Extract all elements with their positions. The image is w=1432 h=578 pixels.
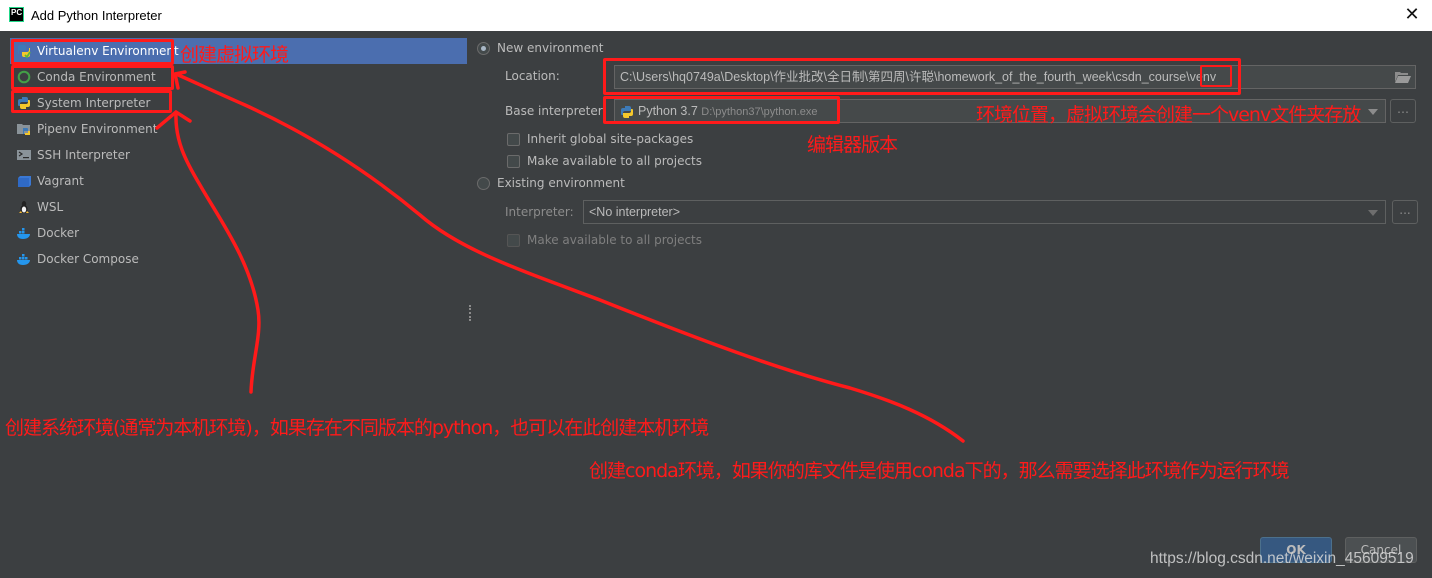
checkbox[interactable]: [507, 233, 520, 247]
location-input[interactable]: C:\Users\hq0749a\Desktop\作业批改\全日制\第四周\许聪…: [614, 65, 1416, 89]
base-interpreter-label: Base interpreter:: [505, 104, 607, 118]
checkbox[interactable]: [507, 132, 520, 146]
window-title: Add Python Interpreter: [31, 8, 162, 23]
watermark: https://blog.csdn.net/weixin_45609519: [1150, 550, 1414, 567]
new-environment-label: New environment: [497, 41, 604, 55]
sidebar-item-label: Conda Environment: [37, 70, 156, 84]
sidebar-item-conda[interactable]: Conda Environment: [10, 64, 467, 90]
sidebar-item-label: Vagrant: [37, 174, 84, 188]
interpreter-type-list: Virtualenv Environment Conda Environment…: [10, 38, 467, 538]
radio-button[interactable]: [477, 176, 490, 190]
location-value: C:\Users\hq0749a\Desktop\作业批改\全日制\第四周\许聪…: [620, 70, 1217, 84]
interpreter-label: Interpreter:: [505, 205, 574, 219]
python-icon: [621, 106, 633, 118]
sidebar-item-label: Virtualenv Environment: [37, 44, 179, 58]
existing-make-available-checkbox[interactable]: Make available to all projects: [507, 233, 702, 247]
sidebar-item-label: SSH Interpreter: [37, 148, 130, 162]
folder-icon[interactable]: [1395, 71, 1411, 83]
sidebar-item-system[interactable]: System Interpreter: [10, 90, 467, 116]
checkbox[interactable]: [507, 154, 520, 168]
sidebar-item-label: Docker Compose: [37, 252, 139, 266]
vagrant-icon: [18, 176, 31, 187]
sidebar-item-vagrant[interactable]: Vagrant: [10, 168, 467, 194]
sidebar-item-label: Docker: [37, 226, 80, 240]
pipenv-icon: [17, 124, 30, 135]
sidebar-item-label: Pipenv Environment: [37, 122, 158, 136]
annotation-location: 环境位置，虚拟环境会创建一个venv文件夹存放: [976, 104, 1361, 126]
annotation-system: 创建系统环境(通常为本机环境)，如果存在不同版本的python，也可以在此创建本…: [5, 417, 709, 439]
interpreter-select[interactable]: <No interpreter>: [583, 200, 1386, 224]
existing-environment-radio[interactable]: Existing environment: [477, 176, 625, 190]
annotation-virtualenv: 创建虚拟环境: [180, 44, 289, 66]
chevron-down-icon: [1368, 109, 1378, 115]
make-available-checkbox[interactable]: Make available to all projects: [507, 154, 702, 168]
sidebar-item-label: System Interpreter: [37, 96, 151, 110]
base-interpreter-version: Python 3.7: [638, 104, 698, 118]
existing-make-available-label: Make available to all projects: [527, 233, 703, 247]
docker-icon: [17, 228, 30, 239]
location-label: Location:: [505, 69, 560, 83]
title-bar: PC Add Python Interpreter ✕: [0, 0, 1432, 32]
close-icon[interactable]: ✕: [1402, 4, 1422, 26]
radio-button[interactable]: [477, 41, 490, 55]
pycharm-logo-icon: PC: [9, 7, 24, 22]
sidebar-item-docker-compose[interactable]: Docker Compose: [10, 246, 467, 272]
splitter-handle[interactable]: [469, 305, 473, 321]
sidebar-item-pipenv[interactable]: Pipenv Environment: [10, 116, 467, 142]
inherit-site-packages-checkbox[interactable]: Inherit global site-packages: [507, 132, 693, 146]
base-interpreter-path: D:\python37\python.exe: [701, 106, 818, 118]
docker-compose-icon: [17, 254, 30, 265]
python-icon: [18, 97, 30, 109]
virtualenv-icon: [17, 45, 31, 58]
existing-environment-label: Existing environment: [497, 176, 625, 190]
inherit-site-packages-label: Inherit global site-packages: [527, 132, 694, 146]
new-environment-radio[interactable]: New environment: [477, 41, 603, 55]
base-interpreter-browse-button[interactable]: …: [1390, 99, 1416, 123]
make-available-label: Make available to all projects: [527, 154, 703, 168]
conda-icon: [17, 70, 31, 84]
linux-icon: [19, 201, 29, 213]
sidebar-item-docker[interactable]: Docker: [10, 220, 467, 246]
annotation-base-interpreter: 编辑器版本: [807, 134, 898, 156]
annotation-conda: 创建conda环境，如果你的库文件是使用conda下的，那么需要选择此环境作为运…: [589, 460, 1290, 482]
terminal-icon: [17, 150, 31, 160]
interpreter-browse-button[interactable]: ...: [1392, 200, 1418, 224]
sidebar-item-ssh[interactable]: SSH Interpreter: [10, 142, 467, 168]
sidebar-item-label: WSL: [37, 200, 64, 214]
sidebar-item-wsl[interactable]: WSL: [10, 194, 467, 220]
interpreter-value: <No interpreter>: [589, 205, 681, 219]
chevron-down-icon: [1368, 210, 1378, 216]
